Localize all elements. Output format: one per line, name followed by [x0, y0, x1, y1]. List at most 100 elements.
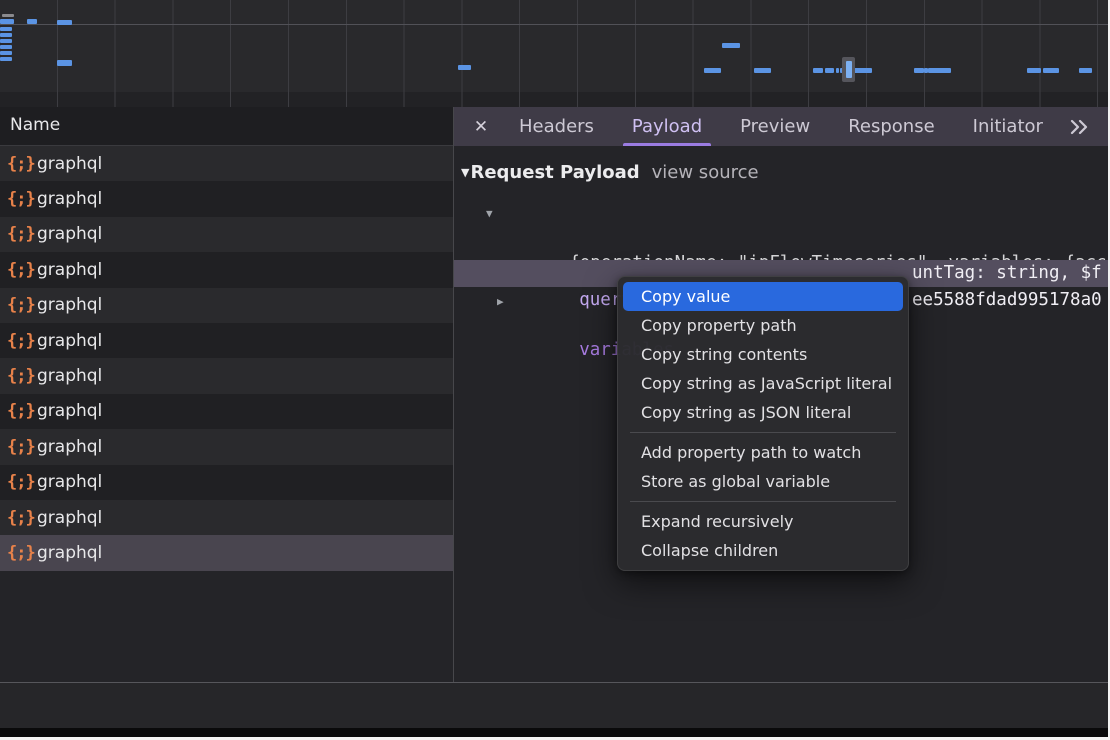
window-bottom-chrome: [0, 728, 1110, 737]
request-name-label: graphql: [37, 508, 102, 528]
context-menu-item-copy-string-as-json-literal[interactable]: Copy string as JSON literal: [623, 398, 903, 427]
request-timing-bar: [0, 57, 12, 61]
request-name-label: graphql: [37, 154, 102, 174]
request-row[interactable]: {;} graphql: [0, 181, 453, 216]
request-name-label: graphql: [37, 189, 102, 209]
timeline-hover-tick: [846, 61, 852, 78]
request-timing-bar: [57, 60, 72, 66]
tab-headers[interactable]: Headers: [500, 107, 613, 146]
tab-response[interactable]: Response: [829, 107, 953, 146]
json-braces-icon: {;}: [7, 154, 29, 174]
request-timing-bar: [813, 68, 823, 73]
request-timing-bar: [722, 43, 740, 48]
request-timing-bar: [854, 68, 872, 73]
context-menu-item-collapse-children[interactable]: Collapse children: [623, 536, 903, 565]
request-timing-bar-gray: [2, 14, 14, 17]
close-icon[interactable]: ✕: [468, 117, 494, 137]
status-bar: [0, 683, 1110, 728]
request-timing-bar: [0, 33, 12, 37]
tab-initiator[interactable]: Initiator: [954, 107, 1062, 146]
expand-arrow-icon[interactable]: ▶: [497, 289, 504, 314]
json-braces-icon: {;}: [7, 331, 29, 351]
request-row[interactable]: {;} graphql: [0, 500, 453, 535]
view-source-toggle[interactable]: view source: [652, 162, 759, 183]
tab-payload[interactable]: Payload: [613, 107, 721, 146]
context-menu-item-copy-value[interactable]: Copy value: [623, 282, 903, 311]
chevron-double-right-icon[interactable]: [1068, 119, 1090, 135]
json-braces-icon: {;}: [7, 189, 29, 209]
request-row[interactable]: {;} graphql: [0, 288, 453, 323]
request-name-label: graphql: [37, 543, 102, 563]
json-braces-icon: {;}: [7, 260, 29, 280]
details-tab-bar: ✕ HeadersPayloadPreviewResponseInitiator: [454, 107, 1110, 146]
request-timing-bar: [0, 51, 12, 55]
request-name-label: graphql: [37, 472, 102, 492]
section-collapse-arrow-icon[interactable]: ▼: [461, 166, 469, 179]
payload-node-operationname[interactable]: operationName: "ipFlowTimeseries": [454, 232, 1110, 257]
menu-separator: [630, 432, 896, 433]
request-timing-bar: [914, 68, 924, 73]
property-value-right-fragment: ee5588fdad995178a0: [912, 288, 1102, 313]
requests-list: {;} graphql {;} graphql {;} graphql {;} graphql…: [0, 146, 453, 571]
request-timing-bar: [57, 20, 72, 25]
collapse-arrow-icon[interactable]: ▼: [486, 201, 493, 226]
request-timing-bar: [458, 65, 471, 70]
request-name-label: graphql: [37, 401, 102, 421]
json-braces-icon: {;}: [7, 472, 29, 492]
request-name-label: graphql: [37, 295, 102, 315]
context-menu-item-copy-string-as-javascript-literal[interactable]: Copy string as JavaScript literal: [623, 369, 903, 398]
request-timing-bar: [928, 68, 951, 73]
request-row[interactable]: {;} graphql: [0, 429, 453, 464]
request-row[interactable]: {;} graphql: [0, 394, 453, 429]
context-menu-item-add-property-path-to-watch[interactable]: Add property path to watch: [623, 438, 903, 467]
overview-gridlines: [0, 0, 1110, 107]
name-column-header[interactable]: Name: [0, 107, 453, 146]
request-timing-bar: [0, 45, 12, 49]
request-timing-bar: [1027, 68, 1041, 73]
menu-separator: [630, 501, 896, 502]
request-name-label: graphql: [37, 437, 102, 457]
request-row[interactable]: {;} graphql: [0, 323, 453, 358]
name-column-label: Name: [0, 107, 453, 144]
request-row[interactable]: {;} graphql: [0, 252, 453, 287]
request-timing-bar: [0, 27, 12, 31]
json-braces-icon: {;}: [7, 366, 29, 386]
json-braces-icon: {;}: [7, 295, 29, 315]
json-braces-icon: {;}: [7, 508, 29, 528]
json-braces-icon: {;}: [7, 543, 29, 563]
request-timing-bar: [704, 68, 721, 73]
context-menu-item-store-as-global-variable[interactable]: Store as global variable: [623, 467, 903, 496]
request-timing-bar: [0, 39, 12, 43]
request-name-label: graphql: [37, 224, 102, 244]
request-timing-bar: [27, 19, 37, 24]
request-name-label: graphql: [37, 260, 102, 280]
request-timing-bar: [754, 68, 771, 73]
request-timing-bar: [1079, 68, 1092, 73]
request-row[interactable]: {;} graphql: [0, 465, 453, 500]
tab-preview[interactable]: Preview: [721, 107, 829, 146]
section-title: Request Payload: [470, 162, 639, 183]
payload-root-node[interactable]: ▼ {operationName: "ipFlowTimeseries", va…: [454, 201, 1110, 226]
request-row[interactable]: {;} graphql: [0, 146, 453, 181]
request-payload-section-header[interactable]: ▼ Request Payload view source: [461, 162, 759, 183]
request-timing-bar: [836, 68, 839, 73]
overview-hairline: [0, 24, 1110, 25]
json-braces-icon: {;}: [7, 224, 29, 244]
json-braces-icon: {;}: [7, 401, 29, 421]
request-row[interactable]: {;} graphql: [0, 217, 453, 252]
request-row[interactable]: {;} graphql: [0, 358, 453, 393]
request-row-selected[interactable]: {;} graphql: [0, 535, 453, 570]
json-braces-icon: {;}: [7, 437, 29, 457]
context-menu-item-copy-property-path[interactable]: Copy property path: [623, 311, 903, 340]
request-name-label: graphql: [37, 331, 102, 351]
context-menu-item-copy-string-contents[interactable]: Copy string contents: [623, 340, 903, 369]
request-timing-bar: [0, 19, 14, 24]
request-timing-bar: [1043, 68, 1059, 73]
property-value-right-fragment: untTag: string, $f: [912, 260, 1102, 287]
context-menu: Copy valueCopy property pathCopy string …: [617, 276, 909, 571]
context-menu-item-expand-recursively[interactable]: Expand recursively: [623, 507, 903, 536]
panel-resize-handle[interactable]: [453, 107, 454, 737]
request-name-label: graphql: [37, 366, 102, 386]
devtools-network-panel: Name ✕ HeadersPayloadPreviewResponseInit…: [0, 0, 1110, 740]
network-overview-timeline[interactable]: [0, 0, 1110, 107]
